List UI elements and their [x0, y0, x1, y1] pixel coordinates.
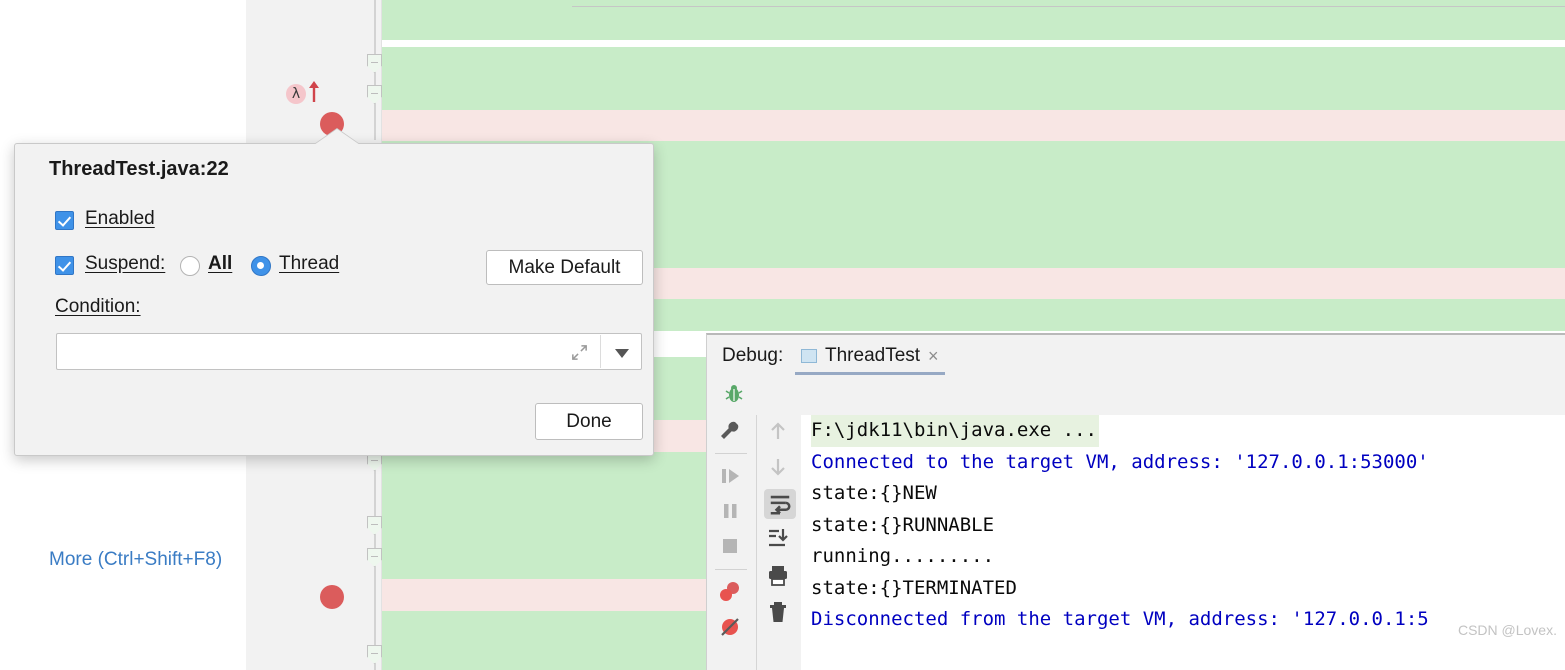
condition-input[interactable] — [65, 338, 565, 365]
suspend-all-label: All — [208, 253, 233, 274]
view-breakpoints-icon[interactable] — [717, 579, 743, 605]
code-line[interactable]: 1 usage — [382, 8, 1565, 97]
debug-session-tab[interactable]: ThreadTest × — [795, 340, 945, 375]
popup-title: ThreadTest.java:22 — [49, 158, 229, 180]
console-line: state:{}TERMINATED — [811, 576, 1017, 599]
scroll-down-icon[interactable] — [765, 454, 791, 480]
soft-wrap-icon[interactable] — [764, 489, 796, 519]
condition-input-wrapper[interactable] — [56, 333, 642, 370]
debug-toolbar[interactable]: Debugger Console — [707, 375, 1565, 455]
debug-panel-label: Debug: — [722, 345, 784, 366]
pause-program-icon[interactable] — [717, 498, 743, 524]
divider — [715, 453, 747, 454]
scroll-to-end-icon[interactable] — [765, 525, 791, 551]
more-settings-link[interactable]: More (Ctrl+Shift+F8) — [49, 549, 222, 571]
console-line: state:{}NEW — [811, 482, 937, 504]
make-default-button[interactable]: Make Default — [486, 250, 643, 285]
close-icon[interactable]: × — [928, 346, 939, 367]
session-name: ThreadTest — [825, 345, 921, 366]
breakpoint-icon[interactable] — [320, 585, 344, 609]
console-line: running......... — [811, 545, 995, 567]
suspend-all-radio[interactable] — [180, 256, 200, 276]
scroll-up-icon[interactable] — [765, 418, 791, 444]
console-output[interactable]: F:\jdk11\bin\java.exe ... Connected to t… — [801, 415, 1565, 670]
method-override-arrow-icon[interactable] — [308, 80, 320, 102]
code-line[interactable]: Thread t1 = new Thread( target: () -> { — [382, 78, 1565, 168]
console-line: F:\jdk11\bin\java.exe ... — [811, 415, 1099, 447]
code-line[interactable]: System.out.println("running........."); — [382, 110, 1565, 200]
suspend-checkbox[interactable] — [55, 256, 74, 275]
debug-header: Debug: ThreadTest × — [707, 335, 1565, 375]
suspend-label: Suspend: — [85, 253, 166, 274]
method-separator — [572, 6, 1565, 7]
condition-label: Condition: — [55, 296, 141, 317]
settings-wrench-icon[interactable] — [717, 418, 743, 444]
popup-pointer — [314, 129, 360, 145]
expand-editor-icon[interactable] — [570, 343, 589, 362]
debug-bug-icon — [725, 385, 743, 402]
watermark: CSDN @Lovex. — [1457, 622, 1557, 638]
debug-tool-window[interactable]: Debug: ThreadTest × Debugger Console — [706, 333, 1565, 670]
enabled-label: Enabled — [85, 208, 155, 229]
suspend-thread-radio[interactable] — [251, 256, 271, 276]
enabled-checkbox[interactable] — [55, 211, 74, 230]
done-button[interactable]: Done — [535, 403, 643, 440]
lambda-marker-icon[interactable]: λ — [286, 84, 306, 104]
ide-window: 19 20 21 22 33 34 35 36 37 38 39 λ — [0, 0, 1565, 670]
suspend-thread-label: Thread — [279, 253, 340, 274]
divider — [715, 569, 747, 570]
clear-all-icon[interactable] — [765, 599, 791, 625]
console-line: state:{}RUNNABLE — [811, 513, 995, 536]
console-line: Connected to the target VM, address: '12… — [811, 450, 1429, 473]
run-configuration-icon — [801, 349, 817, 363]
mute-breakpoints-icon[interactable] — [717, 614, 743, 640]
console-line: Disconnected from the target VM, address… — [811, 608, 1429, 630]
stop-program-icon[interactable] — [717, 533, 743, 559]
code-line[interactable]: public static void test() { — [382, 47, 1565, 137]
resume-program-icon[interactable] — [717, 463, 743, 489]
console-action-rail[interactable] — [756, 415, 801, 670]
print-icon[interactable] — [765, 562, 791, 588]
debug-action-rail[interactable] — [707, 415, 755, 670]
breakpoint-settings-popup[interactable]: ThreadTest.java:22 Enabled Suspend: All … — [14, 129, 654, 570]
condition-history-dropdown[interactable] — [601, 334, 641, 369]
